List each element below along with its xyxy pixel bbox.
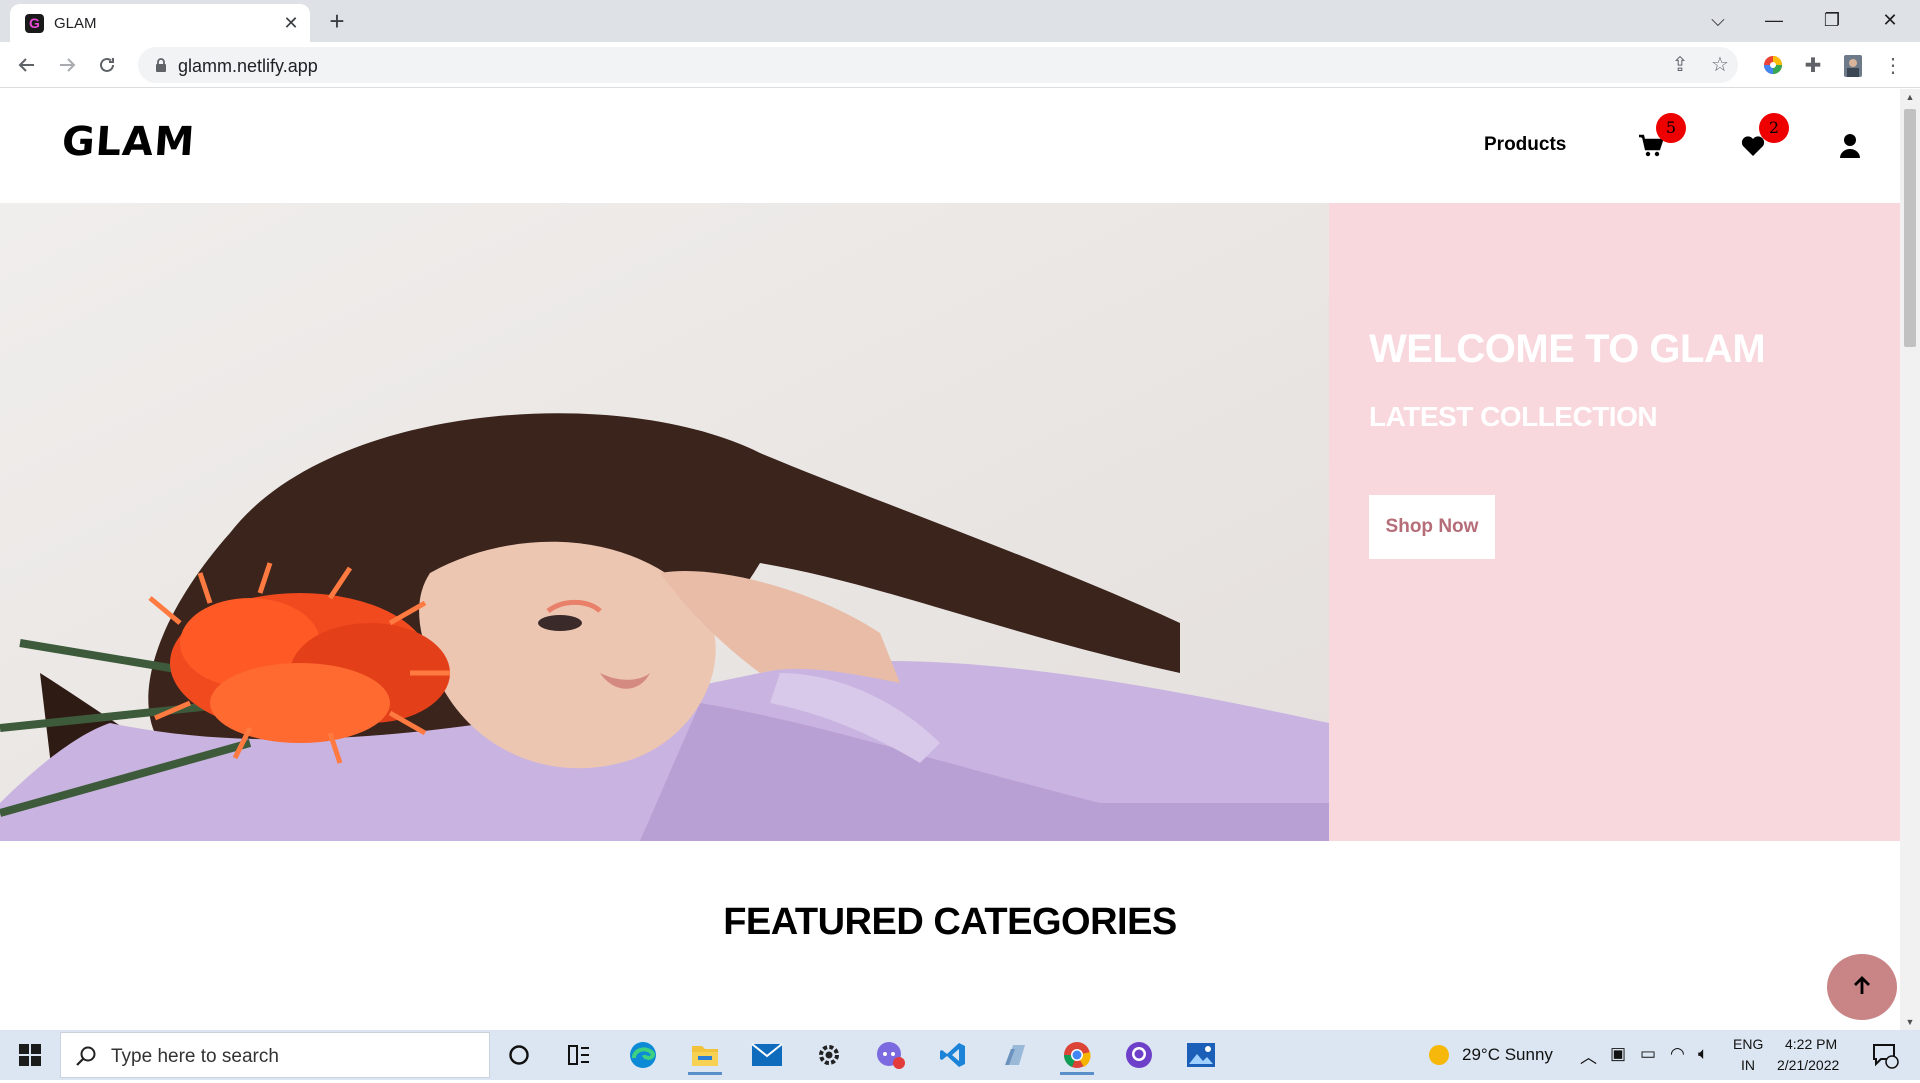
page-scrollbar[interactable]: ▲ ▼ <box>1900 89 1920 1030</box>
clock-date[interactable]: 2/21/2022 <box>1777 1057 1839 1073</box>
back-button[interactable] <box>11 49 43 81</box>
new-tab-button[interactable]: + <box>322 6 352 36</box>
windows-start-button[interactable] <box>8 1038 52 1072</box>
show-hidden-icons-chevron-icon[interactable]: ︿ <box>1580 1043 1597 1068</box>
hero-model-image <box>0 203 1329 841</box>
notes-app-icon[interactable] <box>992 1035 1038 1075</box>
active-app-indicator <box>1060 1072 1094 1075</box>
site-header: GLAM Products 5 2 <box>0 89 1900 201</box>
weather-text[interactable]: 29°C Sunny <box>1462 1045 1553 1065</box>
taskbar-search-box[interactable]: Type here to search <box>60 1032 490 1078</box>
clock-time[interactable]: 4:22 PM <box>1785 1036 1837 1052</box>
notification-center-icon[interactable] <box>1862 1035 1908 1075</box>
meet-now-icon[interactable]: ▣ <box>1610 1044 1626 1064</box>
language-indicator[interactable]: ENG <box>1733 1036 1763 1052</box>
web-page: GLAM Products 5 2 WELCOME TO GLAM LATEST… <box>0 89 1900 1030</box>
scroll-down-arrow-icon[interactable]: ▼ <box>1900 1014 1920 1030</box>
edge-browser-icon[interactable] <box>620 1035 666 1075</box>
hero-subtitle: LATEST COLLECTION <box>1369 401 1658 432</box>
color-picker-extension-icon[interactable] <box>1762 55 1784 77</box>
bookmark-star-icon[interactable]: ☆ <box>1708 53 1732 77</box>
browser-menu-icon[interactable]: ⋮ <box>1882 55 1904 77</box>
site-logo[interactable]: GLAM <box>60 119 196 165</box>
user-account-icon[interactable] <box>1838 133 1864 159</box>
lock-icon <box>156 58 166 72</box>
extensions-puzzle-icon[interactable]: ✚ <box>1802 55 1824 77</box>
close-window-button[interactable]: ✕ <box>1868 4 1912 36</box>
language-region: IN <box>1741 1057 1755 1073</box>
forward-button[interactable] <box>51 49 83 81</box>
shop-now-button[interactable]: Shop Now <box>1369 495 1495 559</box>
browser-tab-glam[interactable]: G GLAM ✕ <box>10 4 310 42</box>
settings-gear-icon[interactable] <box>806 1035 852 1075</box>
windows-taskbar: Type here to search 29°C Sunny ︿ ▣ ▭ ◠ 🔈… <box>0 1030 1920 1080</box>
restore-window-button[interactable]: ❐ <box>1810 4 1854 36</box>
github-desktop-icon[interactable] <box>1116 1035 1162 1075</box>
hero-illustration <box>0 203 1329 841</box>
glam-favicon-icon: G <box>25 14 44 33</box>
hero-banner: WELCOME TO GLAM LATEST COLLECTION Shop N… <box>0 203 1900 841</box>
arrow-up-icon <box>1854 975 1870 994</box>
profile-avatar[interactable] <box>1842 55 1864 77</box>
search-icon <box>76 1046 96 1066</box>
tab-close-icon[interactable]: ✕ <box>280 12 302 34</box>
browser-toolbar: glamm.netlify.app ⇪ ☆ ✚ ⋮ <box>0 42 1920 88</box>
featured-categories-heading: FEATURED CATEGORIES <box>723 901 1177 943</box>
discord-chat-icon[interactable] <box>868 1035 914 1075</box>
url-text: glamm.netlify.app <box>178 56 318 76</box>
cortana-icon[interactable] <box>496 1035 542 1075</box>
forward-arrow-icon <box>60 58 76 72</box>
hero-text-panel: WELCOME TO GLAM LATEST COLLECTION Shop N… <box>1329 203 1900 841</box>
tab-search-dropdown-icon[interactable]: ⌵ <box>1696 4 1740 36</box>
share-icon[interactable]: ⇪ <box>1668 53 1692 77</box>
windows-logo-icon <box>19 1044 41 1066</box>
file-explorer-icon[interactable] <box>682 1035 728 1075</box>
weather-sun-icon[interactable] <box>1416 1035 1462 1075</box>
active-app-indicator <box>688 1072 722 1075</box>
wishlist-count-badge: 2 <box>1759 113 1789 143</box>
nav-products-link[interactable]: Products <box>1484 134 1566 156</box>
scrollbar-thumb[interactable] <box>1904 109 1916 347</box>
taskbar-search-placeholder: Type here to search <box>111 1046 279 1067</box>
reload-button[interactable] <box>91 49 123 81</box>
reload-icon <box>100 57 114 72</box>
minimize-window-button[interactable]: — <box>1752 4 1796 36</box>
volume-speaker-icon[interactable]: 🔈︎ <box>1698 1044 1708 1064</box>
vscode-icon[interactable] <box>930 1035 976 1075</box>
cart-count-badge: 5 <box>1656 113 1686 143</box>
task-view-icon[interactable] <box>556 1035 602 1075</box>
hero-title: WELCOME TO GLAM <box>1369 327 1766 371</box>
tab-title: GLAM <box>54 15 97 32</box>
scroll-up-arrow-icon[interactable]: ▲ <box>1900 89 1920 105</box>
wifi-icon[interactable]: ◠ <box>1670 1044 1685 1064</box>
mail-icon[interactable] <box>744 1035 790 1075</box>
back-arrow-icon <box>18 58 34 72</box>
address-bar[interactable]: glamm.netlify.app ⇪ ☆ <box>138 47 1738 83</box>
battery-icon[interactable]: ▭ <box>1640 1044 1656 1064</box>
photos-app-icon[interactable] <box>1178 1035 1224 1075</box>
chrome-browser-icon[interactable] <box>1054 1035 1100 1075</box>
scroll-to-top-button[interactable] <box>1827 954 1897 1020</box>
browser-tab-strip: G GLAM ✕ + ⌵ — ❐ ✕ <box>0 0 1920 42</box>
